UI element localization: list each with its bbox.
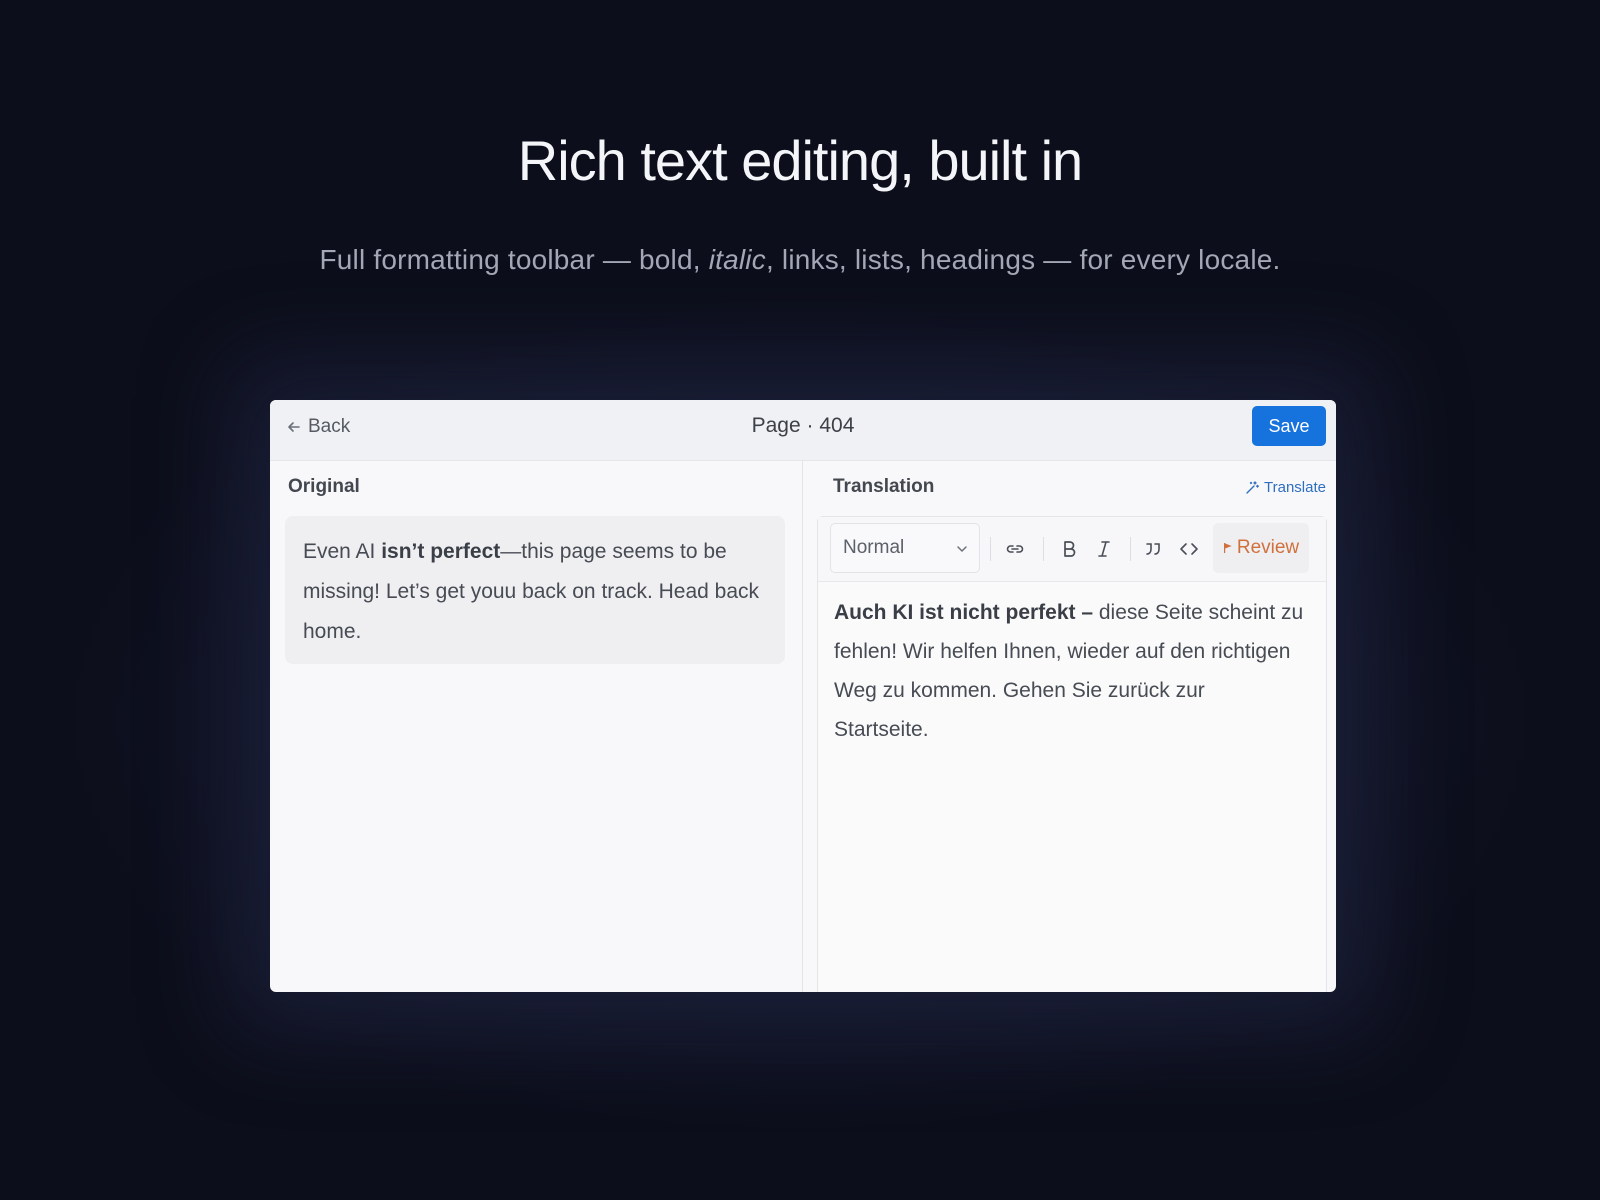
original-text: Even AI isn’t perfect—this page seems to… <box>285 516 785 664</box>
hero-subtitle-start: Full formatting toolbar — bold, <box>319 244 709 275</box>
original-text-start: Even AI <box>303 540 382 563</box>
bold-button[interactable] <box>1055 535 1083 563</box>
quote-icon <box>1146 543 1160 555</box>
formatting-toolbar: Normal Review <box>818 517 1326 582</box>
chevron-down-icon <box>957 546 967 552</box>
translation-text-bold: Auch KI ist nicht perfekt – <box>834 601 1094 624</box>
toolbar-separator <box>990 537 991 561</box>
hero-title: Rich text editing, built in <box>517 129 1083 192</box>
flag-icon <box>1223 543 1232 553</box>
translation-text[interactable]: Auch KI ist nicht perfekt – diese Seite … <box>834 593 1304 749</box>
quote-button[interactable] <box>1139 535 1167 563</box>
original-label: Original <box>288 476 360 497</box>
save-button[interactable]: Save <box>1252 406 1326 446</box>
magic-wand-icon <box>1246 480 1259 494</box>
review-button[interactable]: Review <box>1213 523 1309 573</box>
page-title: Page · 404 <box>751 414 855 437</box>
italic-button[interactable] <box>1090 535 1118 563</box>
code-icon <box>1180 543 1198 555</box>
review-label: Review <box>1236 537 1300 558</box>
text-style-select[interactable]: Normal <box>830 523 980 573</box>
bold-icon <box>1064 541 1076 557</box>
original-text-bold: isn’t perfect <box>381 540 501 563</box>
hero-subtitle: Full formatting toolbar — bold, italic, … <box>0 244 1600 276</box>
code-button[interactable] <box>1175 535 1203 563</box>
link-button[interactable] <box>1001 535 1029 563</box>
text-style-value: Normal <box>843 537 905 558</box>
editor-window: Back Page · 404 Save Original Even AI is… <box>270 400 1336 992</box>
translate-button[interactable]: Translate <box>1245 479 1326 496</box>
hero-subtitle-end: , links, lists, headings — for every loc… <box>765 244 1281 275</box>
translate-label: Translate <box>1264 479 1326 496</box>
pane-divider <box>802 460 803 992</box>
translation-editor[interactable]: Normal Review Auch KI ist nicht perfekt … <box>817 516 1327 992</box>
italic-icon <box>1098 541 1110 557</box>
window-header: Back Page · 404 Save <box>270 400 1336 461</box>
toolbar-separator <box>1130 537 1131 561</box>
link-icon <box>1006 545 1024 553</box>
translation-label: Translation <box>833 476 935 497</box>
hero-subtitle-italic: italic <box>708 244 766 275</box>
toolbar-separator <box>1043 537 1044 561</box>
